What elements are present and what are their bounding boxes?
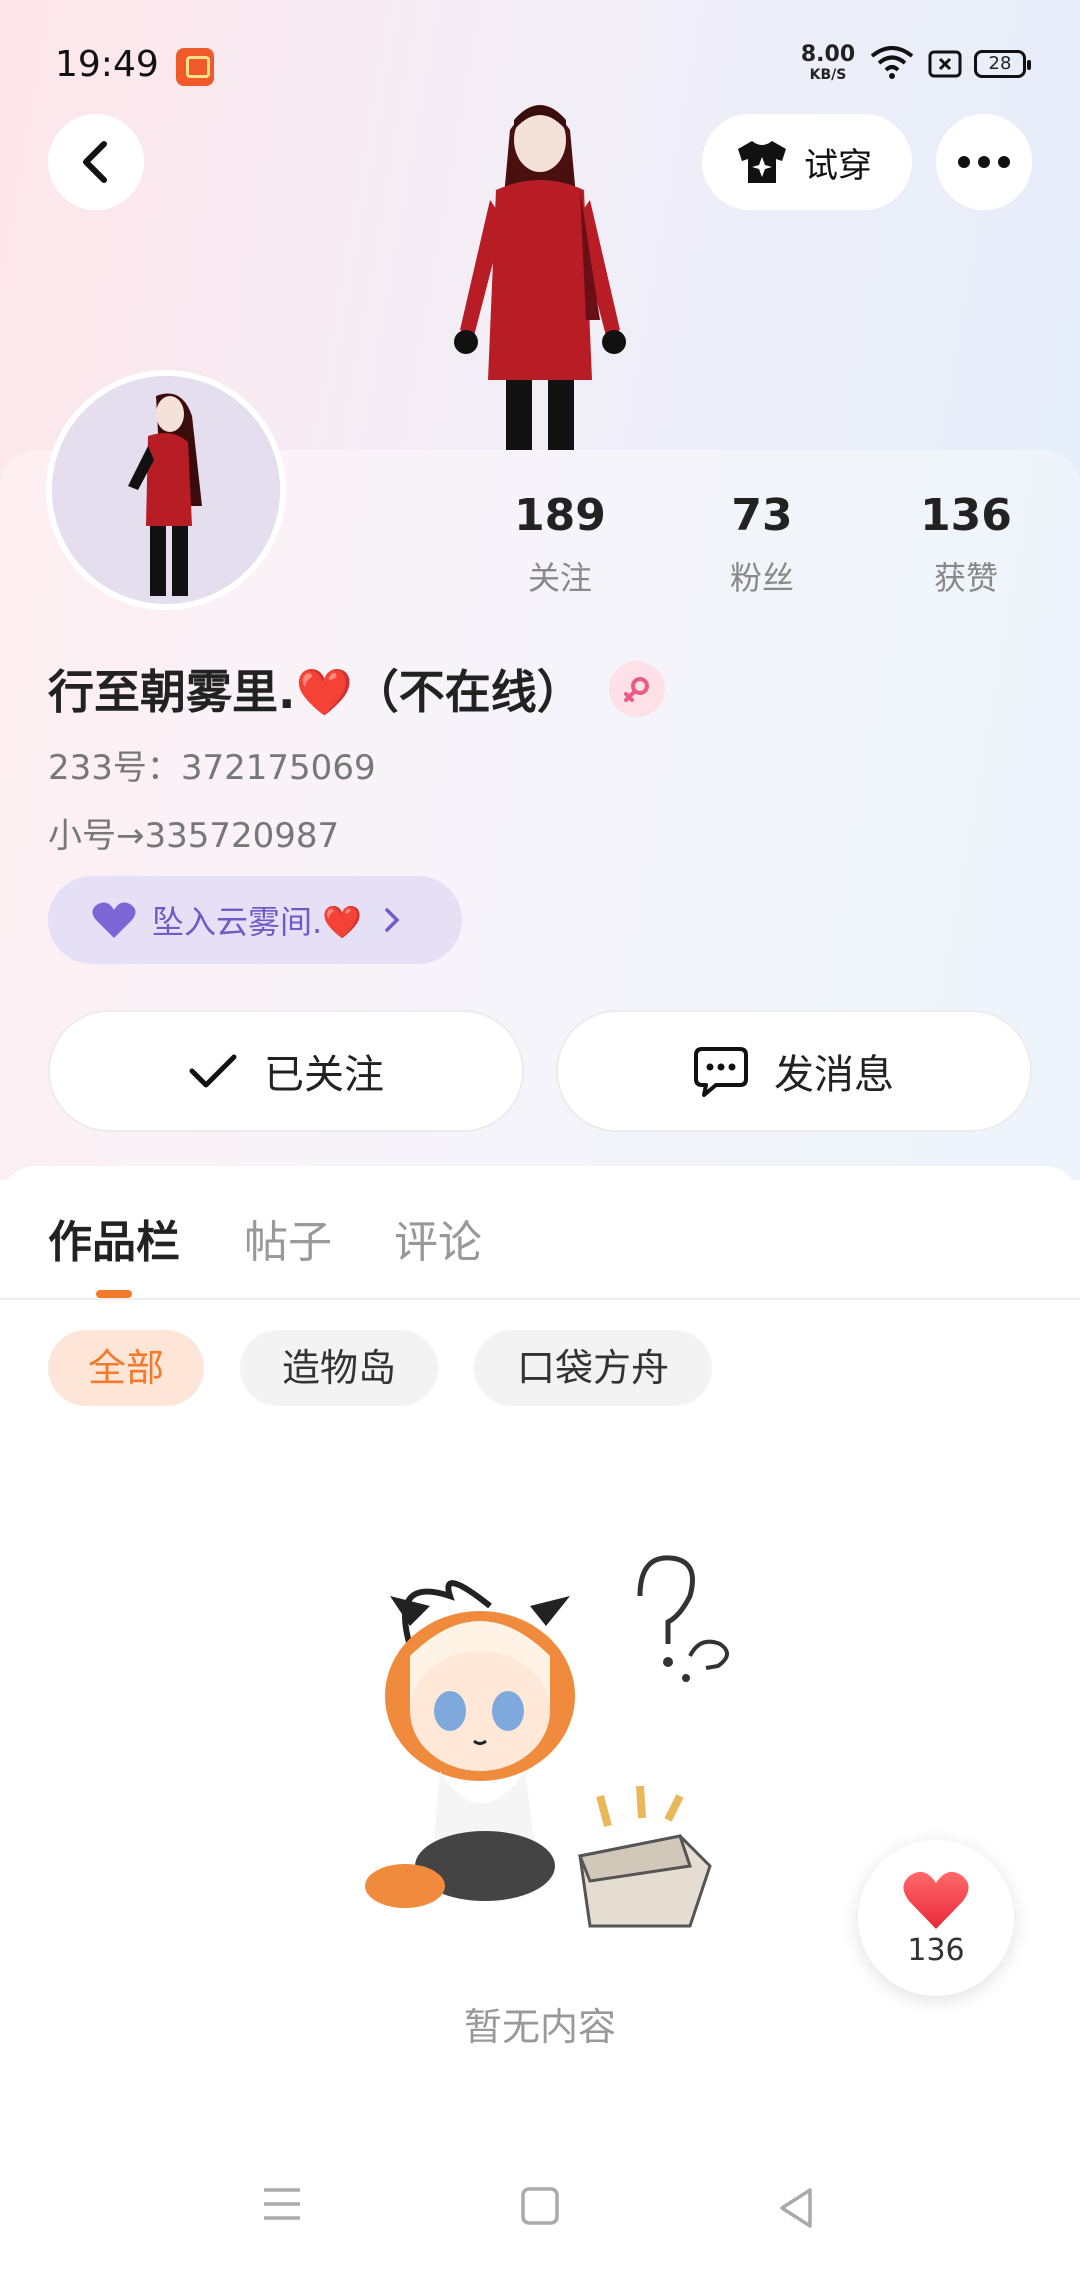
avatar[interactable] bbox=[46, 370, 286, 610]
group-pill[interactable]: 坠入云雾间.❤️ bbox=[48, 876, 462, 964]
menu-icon bbox=[264, 2188, 300, 2220]
chevron-left-icon bbox=[83, 141, 107, 183]
alt-account: 小号→335720987 bbox=[48, 816, 340, 856]
like-count: 136 bbox=[907, 1932, 965, 1968]
home-nav-button[interactable] bbox=[520, 2186, 560, 2230]
wifi-icon bbox=[870, 46, 914, 84]
back-nav-button[interactable] bbox=[776, 2186, 816, 2234]
fans-count: 73 bbox=[731, 490, 793, 541]
try-on-button[interactable]: 试穿 bbox=[702, 114, 912, 210]
followed-label: 已关注 bbox=[264, 1052, 384, 1098]
more-options-button[interactable] bbox=[936, 114, 1032, 210]
empty-state-text: 暂无内容 bbox=[463, 2005, 616, 2049]
likes-label: 获赞 bbox=[933, 559, 998, 597]
network-speed: 8.00 KB/S bbox=[800, 42, 856, 83]
stat-fans[interactable]: 73 粉丝 bbox=[682, 490, 842, 599]
more-dots-icon bbox=[958, 156, 1010, 168]
shirt-sparkle-icon bbox=[738, 141, 786, 183]
following-count: 189 bbox=[514, 490, 606, 541]
user-id: 233号：372175069 bbox=[48, 748, 376, 788]
group-label: 坠入云雾间.❤️ bbox=[152, 903, 363, 941]
avatar-image bbox=[52, 376, 280, 604]
system-nav-bar bbox=[0, 2160, 1080, 2280]
chip-all[interactable]: 全部 bbox=[48, 1330, 204, 1406]
username: 行至朝雾里.❤️（不在线） bbox=[48, 665, 583, 719]
following-label: 关注 bbox=[527, 559, 592, 597]
network-speed-value: 8.00 bbox=[800, 42, 856, 67]
content-section: 作品栏 帖子 评论 全部 造物岛 口袋方舟 暂无内容 bbox=[0, 1166, 1080, 2280]
try-on-label: 试穿 bbox=[804, 145, 872, 186]
network-speed-unit: KB/S bbox=[809, 67, 847, 83]
menu-nav-button[interactable] bbox=[262, 2186, 302, 2226]
female-gender-icon bbox=[608, 661, 665, 717]
check-icon bbox=[189, 1054, 237, 1088]
tab-comments[interactable]: 评论 bbox=[394, 1206, 482, 1270]
home-square-icon bbox=[521, 2187, 559, 2225]
likes-count: 136 bbox=[920, 490, 1012, 541]
stat-likes[interactable]: 136 获赞 bbox=[886, 490, 1046, 599]
stat-following[interactable]: 189 关注 bbox=[480, 490, 640, 599]
username-row: 行至朝雾里.❤️（不在线） bbox=[48, 656, 665, 722]
profile-stats: 189 关注 73 粉丝 136 获赞 bbox=[480, 490, 1060, 610]
back-button[interactable] bbox=[48, 114, 144, 210]
heart-icon bbox=[903, 1871, 969, 1929]
fans-label: 粉丝 bbox=[729, 559, 794, 597]
like-floating-button[interactable]: 136 bbox=[858, 1840, 1014, 1996]
send-message-label: 发消息 bbox=[774, 1052, 894, 1098]
sim-card-icon bbox=[928, 50, 962, 82]
battery-indicator: 28 bbox=[974, 50, 1031, 78]
character-figure-illustration bbox=[454, 105, 626, 450]
active-tab-indicator bbox=[96, 1290, 132, 1298]
send-message-button[interactable]: 发消息 bbox=[556, 1010, 1032, 1132]
empty-state-illustration bbox=[365, 1555, 729, 1928]
tab-works[interactable]: 作品栏 bbox=[48, 1206, 180, 1270]
chip-creation-island[interactable]: 造物岛 bbox=[240, 1330, 438, 1406]
status-time: 19:49 bbox=[55, 44, 159, 85]
tab-posts[interactable]: 帖子 bbox=[244, 1206, 332, 1270]
app-notification-icon bbox=[176, 48, 214, 86]
chat-bubble-icon bbox=[694, 1047, 748, 1097]
back-triangle-icon bbox=[780, 2188, 812, 2228]
content-tabs: 作品栏 帖子 评论 bbox=[0, 1206, 1080, 1300]
chevron-right-icon bbox=[385, 908, 400, 932]
chip-pocket-ark[interactable]: 口袋方舟 bbox=[474, 1330, 712, 1406]
followed-button[interactable]: 已关注 bbox=[48, 1010, 524, 1132]
heart-icon bbox=[92, 902, 136, 938]
